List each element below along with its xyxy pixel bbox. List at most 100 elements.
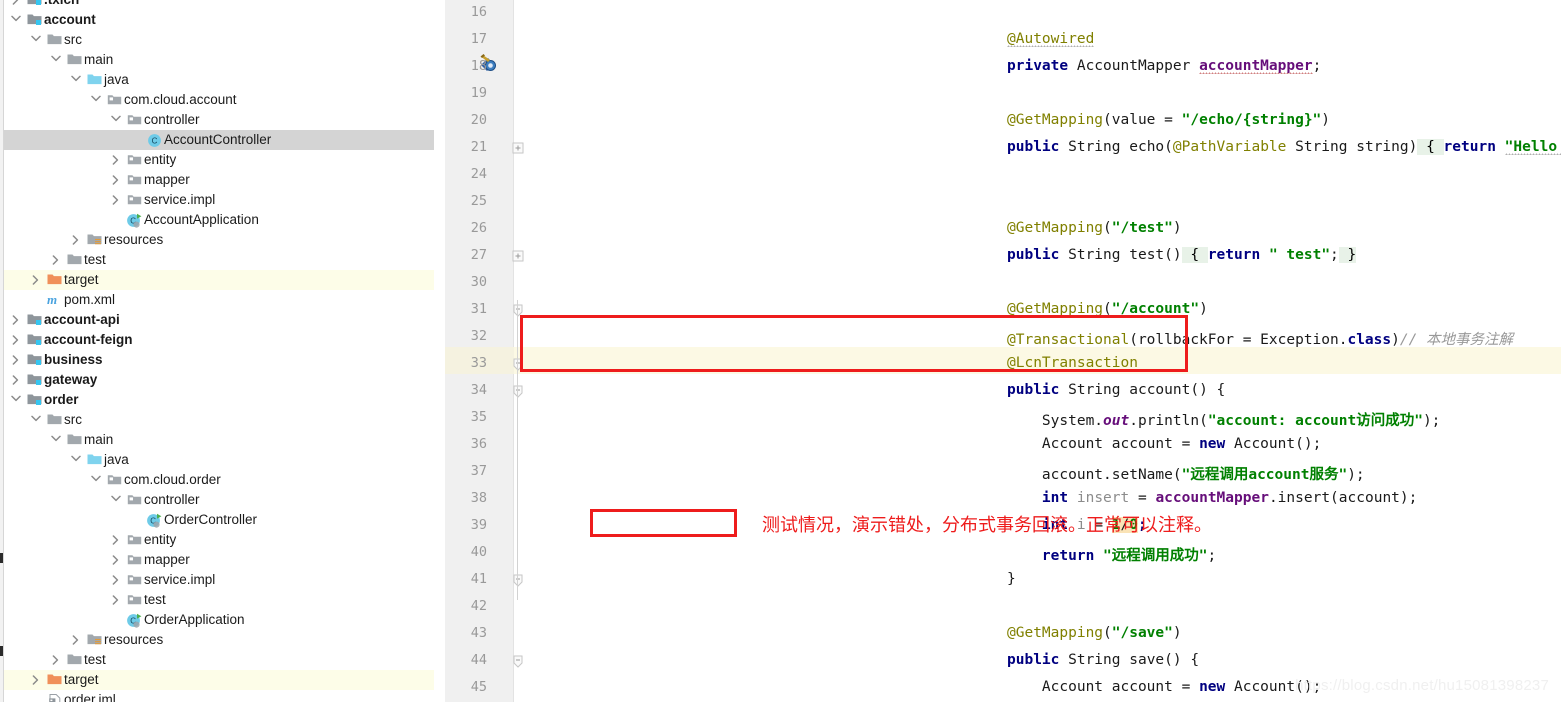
code-line-37[interactable]: account.setName("远程调用account服务"); <box>1007 463 1365 484</box>
code-line-31[interactable]: @GetMapping("/account") <box>1007 301 1208 317</box>
chevron-down-icon[interactable] <box>10 10 21 30</box>
tree-item-orderapplication[interactable]: C OrderApplication <box>4 610 434 630</box>
fold-collapse-icon[interactable] <box>511 648 527 675</box>
chevron-down-icon[interactable] <box>90 90 101 110</box>
chevron-right-icon[interactable] <box>50 250 61 270</box>
chevron-down-icon[interactable] <box>50 50 61 70</box>
chevron-right-icon[interactable] <box>10 310 21 330</box>
code-line-41[interactable]: } <box>1007 571 1016 587</box>
tree-item-target[interactable]: target <box>4 270 434 290</box>
folder-source-icon <box>86 450 103 470</box>
chevron-right-icon[interactable] <box>70 630 81 650</box>
tree-item-account-api[interactable]: account-api <box>4 310 434 330</box>
tree-item-controller[interactable]: controller <box>4 490 434 510</box>
tree-item-com-cloud-order[interactable]: com.cloud.order <box>4 470 434 490</box>
fold-collapse-icon[interactable] <box>511 351 527 378</box>
code-line-43[interactable]: @GetMapping("/save") <box>1007 625 1182 641</box>
code-line-26[interactable]: @GetMapping("/test") <box>1007 220 1182 236</box>
tree-item-txlcn[interactable]: .txlcn <box>4 0 434 10</box>
code-line-18[interactable]: private AccountMapper accountMapper; <box>1007 58 1321 74</box>
tree-item-mapper[interactable]: mapper <box>4 170 434 190</box>
code-line-35[interactable]: System.out.println("account: account访问成功… <box>1007 409 1441 430</box>
tree-item-accountcontroller[interactable]: C AccountController <box>4 130 434 150</box>
code-line-17[interactable]: @Autowired <box>1007 31 1095 47</box>
code-line-45[interactable]: Account account = new Account(); <box>1007 679 1321 695</box>
code-line-33[interactable]: @LcnTransaction <box>1007 355 1138 371</box>
chevron-down-icon[interactable] <box>10 390 21 410</box>
chevron-down-icon[interactable] <box>30 410 41 430</box>
code-line-27[interactable]: public String test() { return " test"; } <box>1007 247 1357 263</box>
tree-item-pom-xml[interactable]: m pom.xml <box>4 290 434 310</box>
chevron-down-icon[interactable] <box>70 70 81 90</box>
tree-item-account-feign[interactable]: account-feign <box>4 330 434 350</box>
tree-item-service-impl[interactable]: service.impl <box>4 190 434 210</box>
tree-item-controller[interactable]: controller <box>4 110 434 130</box>
tree-item-target[interactable]: target <box>4 670 434 690</box>
chevron-right-icon[interactable] <box>110 530 121 550</box>
code-line-44[interactable]: public String save() { <box>1007 652 1199 668</box>
tree-item-entity[interactable]: entity <box>4 150 434 170</box>
tree-item-gateway[interactable]: gateway <box>4 370 434 390</box>
tree-item-main[interactable]: main <box>4 50 434 70</box>
chevron-right-icon[interactable] <box>30 270 41 290</box>
tree-item-resources[interactable]: resources <box>4 630 434 650</box>
chevron-down-icon[interactable] <box>30 30 41 50</box>
fold-collapse-icon[interactable] <box>511 567 527 594</box>
tree-item-account[interactable]: account <box>4 10 434 30</box>
code-line-32[interactable]: @Transactional(rollbackFor = Exception.c… <box>1007 328 1513 349</box>
chevron-right-icon[interactable] <box>110 550 121 570</box>
tree-item-test[interactable]: test <box>4 590 434 610</box>
chevron-down-icon[interactable] <box>110 490 121 510</box>
tree-item-test[interactable]: test <box>4 650 434 670</box>
chevron-right-icon[interactable] <box>70 230 81 250</box>
fold-collapse-icon[interactable] <box>511 378 527 405</box>
tree-scrollbar-track[interactable] <box>434 0 445 702</box>
fold-collapse-icon[interactable] <box>511 297 527 324</box>
code-editor[interactable]: 16 17 18 19 20 21 24 25 26 27 30 31 32 33 34 35 36 37 38 39… <box>445 0 1561 702</box>
code-line-38[interactable]: int insert = accountMapper.insert(accoun… <box>1007 490 1417 506</box>
tree-item-order[interactable]: order <box>4 390 434 410</box>
code-line-36[interactable]: Account account = new Account(); <box>1007 436 1321 452</box>
folder-source-icon <box>86 70 103 90</box>
chevron-right-icon[interactable] <box>10 370 21 390</box>
tree-item-mapper[interactable]: mapper <box>4 550 434 570</box>
tree-item-entity[interactable]: entity <box>4 530 434 550</box>
tree-item-label: account-feign <box>44 332 133 347</box>
tree-item-java[interactable]: java <box>4 450 434 470</box>
chevron-right-icon[interactable] <box>50 650 61 670</box>
tree-item-main[interactable]: main <box>4 430 434 450</box>
code-line-34[interactable]: public String account() { <box>1007 382 1225 398</box>
code-line-21[interactable]: public String echo(@PathVariable String … <box>1007 139 1561 155</box>
chevron-right-icon[interactable] <box>10 350 21 370</box>
chevron-right-icon[interactable] <box>10 330 21 350</box>
chevron-right-icon[interactable] <box>10 0 21 10</box>
chevron-right-icon[interactable] <box>110 170 121 190</box>
tree-item-service-impl[interactable]: service.impl <box>4 570 434 590</box>
tree-item-test[interactable]: test <box>4 250 434 270</box>
tree-item-business[interactable]: business <box>4 350 434 370</box>
tree-item-java[interactable]: java <box>4 70 434 90</box>
tree-item-com-cloud-account[interactable]: com.cloud.account <box>4 90 434 110</box>
tree-item-resources[interactable]: resources <box>4 230 434 250</box>
chevron-right-icon[interactable] <box>110 590 121 610</box>
chevron-down-icon[interactable] <box>50 430 61 450</box>
tree-item-accountapplication[interactable]: C AccountApplication <box>4 210 434 230</box>
chevron-down-icon[interactable] <box>90 470 101 490</box>
code-line-20[interactable]: @GetMapping(value = "/echo/{string}") <box>1007 112 1330 128</box>
fold-expand-icon[interactable] <box>511 135 527 162</box>
chevron-down-icon[interactable] <box>110 110 121 130</box>
chevron-down-icon[interactable] <box>70 450 81 470</box>
project-tool-window[interactable]: .txlcnaccountsrcmainjavacom.cloud.accoun… <box>0 0 445 702</box>
chevron-right-icon[interactable] <box>110 190 121 210</box>
fold-expand-icon[interactable] <box>511 243 527 270</box>
tree-item-label: business <box>44 352 103 367</box>
chevron-right-icon[interactable] <box>110 150 121 170</box>
svg-text:C: C <box>152 137 158 146</box>
code-line-40[interactable]: return "远程调用成功"; <box>1007 544 1216 565</box>
tree-item-order-iml[interactable]: order.iml <box>4 690 434 702</box>
chevron-right-icon[interactable] <box>30 670 41 690</box>
chevron-right-icon[interactable] <box>110 570 121 590</box>
tree-item-src[interactable]: src <box>4 410 434 430</box>
tree-item-src[interactable]: src <box>4 30 434 50</box>
tree-item-ordercontroller[interactable]: C OrderController <box>4 510 434 530</box>
